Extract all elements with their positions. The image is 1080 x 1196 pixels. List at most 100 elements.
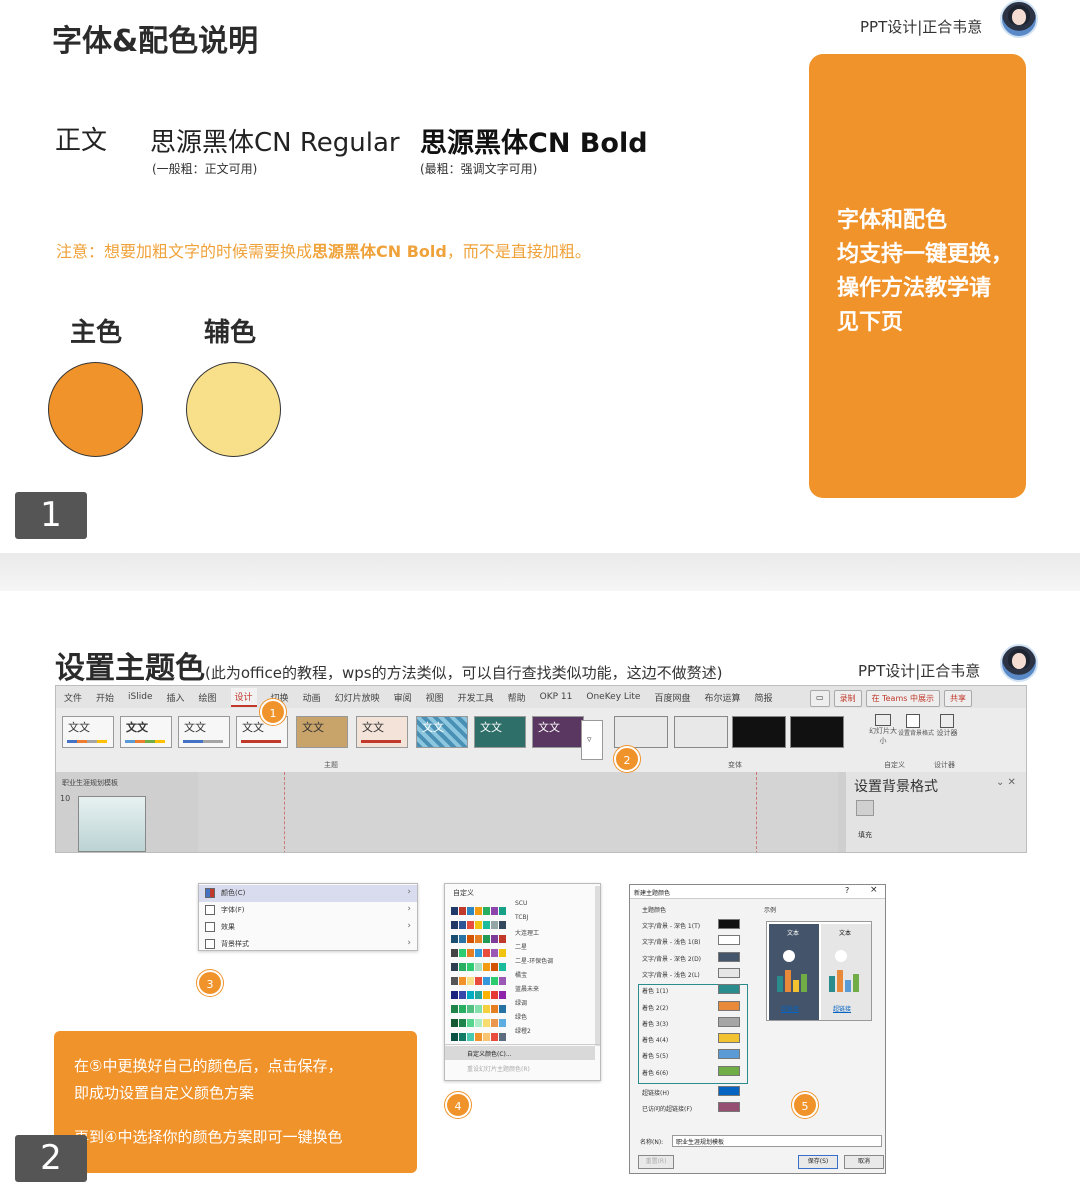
- reset-button[interactable]: 重置(R): [638, 1155, 674, 1169]
- color-scheme-item[interactable]: 二星: [451, 942, 527, 957]
- color-scheme-item[interactable]: TCBJ: [451, 914, 528, 929]
- help-icon[interactable]: ?: [845, 886, 849, 895]
- theme-thumb[interactable]: 文文: [120, 716, 172, 748]
- name-input-value: 职业生涯规划模板: [676, 1139, 725, 1146]
- dialog-title: 新建主题颜色: [634, 890, 671, 897]
- custom-colors-item[interactable]: 自定义颜色(C)...: [445, 1046, 595, 1060]
- ribbon-tab[interactable]: 百度网盘: [654, 691, 690, 704]
- fill-section[interactable]: 填充: [858, 830, 872, 840]
- notice-text: 注意：想要加粗文字的时候需要换成思源黑体CN Bold，而不是直接加粗。: [56, 238, 591, 262]
- primary-color-label: 主色: [70, 318, 123, 348]
- theme-more-button[interactable]: ▿: [581, 720, 603, 760]
- ribbon-tab[interactable]: 动画: [303, 691, 321, 704]
- theme-thumb[interactable]: 文文: [474, 716, 526, 748]
- theme-color-label: 着色 1(1): [642, 988, 669, 996]
- note-line-3: 再到④中选择你的颜色方案即可一键换色: [74, 1128, 343, 1146]
- ribbon-tab[interactable]: 审阅: [394, 691, 412, 704]
- theme-thumb[interactable]: 文文: [178, 716, 230, 748]
- ribbon-tab[interactable]: iSlide: [128, 692, 152, 702]
- ribbon-tab[interactable]: 布尔运算: [705, 691, 741, 704]
- slide-size-button[interactable]: 幻灯片大小: [868, 714, 898, 750]
- theme-color-picker[interactable]: [718, 967, 740, 978]
- color-scheme-name: 二星: [515, 944, 528, 951]
- menu-item-fonts[interactable]: 字体(F) ›: [199, 902, 417, 919]
- ribbon-tab[interactable]: 绘图: [199, 691, 217, 704]
- theme-color-picker[interactable]: [718, 935, 740, 946]
- color-scheme-item[interactable]: 二星-环保色调: [451, 956, 553, 971]
- theme-color-label: 超链接(H): [642, 1090, 670, 1097]
- scrollbar[interactable]: [595, 886, 600, 1046]
- theme-color-label: 文字/背景 - 浅色 2(L): [642, 971, 700, 979]
- variant-thumb[interactable]: [614, 716, 668, 748]
- secondary-color-label: 辅色: [204, 318, 257, 348]
- ribbon-tab[interactable]: 开始: [96, 691, 114, 704]
- color-chip: [467, 1033, 474, 1041]
- menu-item-colors[interactable]: 颜色(C) ›: [199, 885, 417, 902]
- menu-item-bg-style[interactable]: 背景样式 ›: [199, 936, 417, 953]
- name-input[interactable]: 职业生涯规划模板: [672, 1135, 882, 1147]
- theme-color-picker[interactable]: [718, 1016, 740, 1027]
- theme-color-picker[interactable]: [718, 1033, 740, 1044]
- record-button[interactable]: 录制: [833, 690, 862, 707]
- color-scheme-item[interactable]: 蓝晨未来: [451, 984, 539, 999]
- ribbon-tab[interactable]: OneKey Lite: [586, 692, 640, 702]
- variant-thumb[interactable]: [732, 716, 786, 748]
- ribbon-tab[interactable]: 设计: [230, 687, 257, 707]
- variant-thumb[interactable]: [790, 716, 844, 748]
- theme-color-picker[interactable]: [718, 1086, 740, 1096]
- theme-thumb[interactable]: 文文: [416, 716, 468, 748]
- divider: [445, 1044, 600, 1045]
- reset-colors-item[interactable]: 重设幻灯片主题颜色(R): [467, 1064, 530, 1073]
- sample-bar: [785, 970, 791, 992]
- close-icon[interactable]: ⌄ ✕: [996, 777, 1016, 788]
- note-line-2: 即成功设置自定义颜色方案: [74, 1084, 255, 1102]
- ribbon-tab[interactable]: 简报: [755, 691, 773, 704]
- theme-thumb[interactable]: 文文: [296, 716, 348, 748]
- group-label-custom: 自定义: [884, 761, 905, 769]
- ribbon-tab[interactable]: 视图: [426, 691, 444, 704]
- color-scheme-item[interactable]: 绿色: [451, 1012, 527, 1027]
- design-dropdown: 颜色(C) › 字体(F) › 效果 › 背景样式 ›: [198, 883, 418, 951]
- theme-color-picker[interactable]: [718, 1049, 740, 1060]
- ribbon-tab[interactable]: OKP 11: [540, 692, 573, 702]
- fill-icon[interactable]: [856, 800, 874, 816]
- theme-thumb[interactable]: 文文: [532, 716, 584, 748]
- color-scheme-item[interactable]: SCU: [451, 900, 527, 915]
- variant-thumb[interactable]: [674, 716, 728, 748]
- theme-color-picker[interactable]: [718, 1065, 740, 1076]
- sample-light: 文本 超链接: [821, 924, 871, 1020]
- group-label-variant: 变体: [728, 761, 742, 769]
- designer-button[interactable]: 设计器: [934, 714, 960, 750]
- ribbon-actions: ▭ 录制 在 Teams 中展示 共享: [806, 690, 972, 707]
- color-scheme-item[interactable]: 绿橙2: [451, 1026, 531, 1041]
- theme-color-picker[interactable]: [718, 951, 740, 962]
- ribbon-tab[interactable]: 幻灯片放映: [335, 691, 380, 704]
- close-icon[interactable]: ×: [870, 885, 878, 895]
- color-scheme-item[interactable]: 橘宝: [451, 970, 527, 985]
- theme-color-label: 着色 5(5): [642, 1053, 669, 1061]
- ribbon-tab[interactable]: 开发工具: [458, 691, 494, 704]
- info-card: 字体和配色 均支持一键更换， 操作方法教学请 见下页: [809, 54, 1026, 498]
- ribbon-tab[interactable]: 帮助: [508, 691, 526, 704]
- color-scheme-name: SCU: [515, 900, 528, 907]
- comment-button[interactable]: ▭: [810, 690, 830, 707]
- slide-thumbnail[interactable]: [78, 796, 146, 852]
- ribbon-tab[interactable]: 插入: [167, 691, 185, 704]
- theme-thumb[interactable]: 文文: [62, 716, 114, 748]
- color-scheme-item[interactable]: 绿调: [451, 998, 527, 1013]
- cancel-button[interactable]: 取消: [844, 1155, 884, 1169]
- bg-format-button[interactable]: 设置背景格式: [898, 714, 934, 750]
- menu-item-effects[interactable]: 效果 ›: [199, 919, 417, 936]
- theme-color-picker[interactable]: [718, 919, 740, 929]
- save-button[interactable]: 保存(S): [798, 1155, 838, 1169]
- color-scheme-name: 绿色: [515, 1014, 528, 1021]
- theme-color-picker[interactable]: [718, 984, 740, 995]
- theme-color-picker[interactable]: [718, 1102, 740, 1113]
- ribbon-tab[interactable]: 文件: [64, 691, 82, 704]
- theme-color-picker[interactable]: [718, 1000, 740, 1011]
- theme-thumb[interactable]: 文文: [356, 716, 408, 748]
- color-scheme-item[interactable]: 大连理工: [451, 928, 539, 943]
- teams-button[interactable]: 在 Teams 中展示: [865, 690, 940, 707]
- share-button[interactable]: 共享: [943, 690, 972, 707]
- primary-color-swatch: [48, 362, 143, 457]
